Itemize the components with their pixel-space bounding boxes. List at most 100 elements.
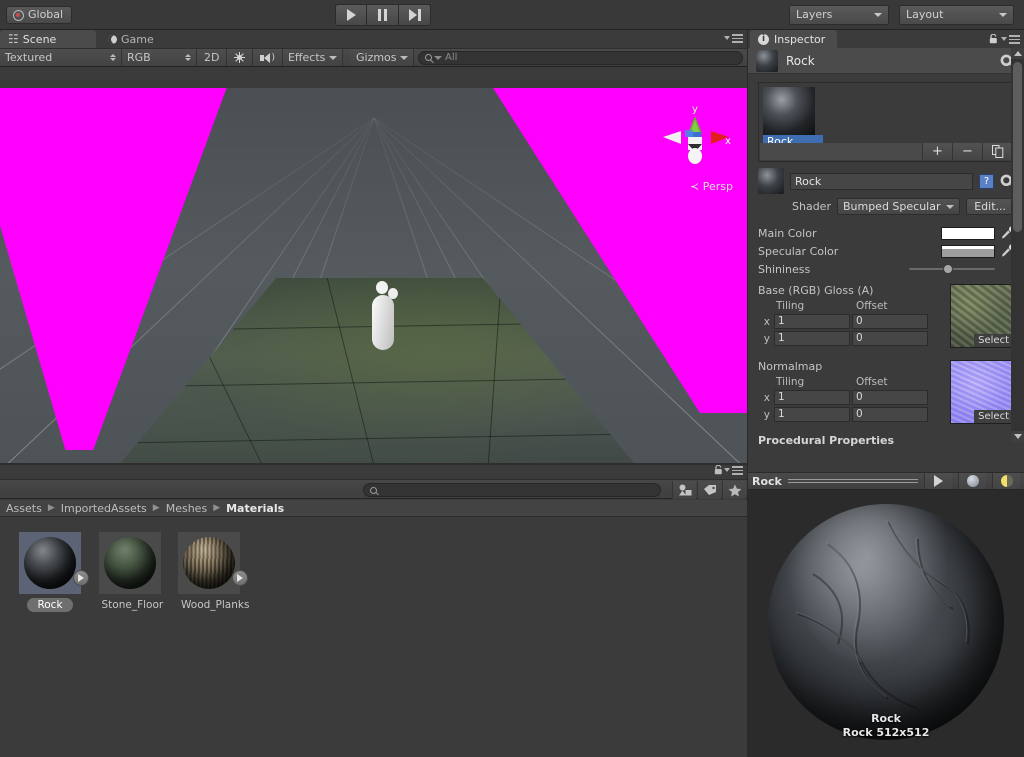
gizmos-dropdown[interactable]: Gizmos bbox=[350, 49, 414, 66]
inspector-scrollbar[interactable] bbox=[1011, 48, 1024, 442]
tab-game[interactable]: Game bbox=[100, 30, 166, 48]
expand-asset-button[interactable] bbox=[73, 570, 89, 586]
render-mode-dropdown[interactable]: RGB bbox=[122, 49, 197, 66]
offset-header: Offset bbox=[856, 376, 888, 388]
wood-planks-material-sphere bbox=[183, 537, 235, 589]
specular-color-swatch[interactable] bbox=[941, 244, 995, 258]
inspector-panel-menu[interactable] bbox=[1001, 35, 1020, 44]
tab-scene[interactable]: ☷ Scene bbox=[0, 30, 96, 48]
scene-viewport[interactable]: y x ≺ Persp bbox=[0, 88, 747, 490]
scroll-down-arrow[interactable] bbox=[1011, 431, 1024, 442]
tab-scene-label: Scene bbox=[22, 32, 57, 46]
lock-icon[interactable] bbox=[989, 33, 998, 44]
offset-x-field[interactable]: 0 bbox=[852, 390, 928, 405]
preview-mesh-button[interactable] bbox=[958, 473, 986, 489]
scrollbar-thumb[interactable] bbox=[1013, 62, 1022, 232]
speaker-icon: ) bbox=[260, 52, 275, 63]
select-normalmap-button[interactable]: Select bbox=[974, 410, 1013, 423]
projection-mode: Persp bbox=[702, 180, 733, 193]
axis-label: y bbox=[763, 408, 770, 421]
scene-view-gizmo[interactable]: y x bbox=[659, 100, 731, 170]
scene-panel: ☷ Scene Game Textured RGB 2D) Effects G… bbox=[0, 30, 747, 490]
select-base-texture-button[interactable]: Select bbox=[974, 334, 1013, 347]
toggle-2d-button[interactable]: 2D bbox=[197, 49, 228, 66]
remove-material-button[interactable]: − bbox=[952, 143, 982, 160]
chevron-down-icon bbox=[874, 13, 882, 17]
favorite-filter-icon[interactable] bbox=[722, 481, 746, 499]
project-search-input[interactable] bbox=[363, 483, 661, 497]
property-shininess: Shininess bbox=[758, 260, 1014, 278]
rock-material-sphere bbox=[24, 537, 76, 589]
edit-shader-button[interactable]: Edit... bbox=[966, 198, 1014, 215]
scene-search-input[interactable]: All bbox=[417, 50, 743, 65]
property-label: Main Color bbox=[758, 226, 817, 240]
object-filter-icon[interactable] bbox=[672, 481, 696, 499]
offset-y-field[interactable]: 0 bbox=[852, 407, 928, 422]
tiling-offset-grid: Tiling Offset x 1 0 y 1 0 bbox=[758, 376, 948, 422]
search-icon bbox=[370, 486, 377, 494]
breadcrumb-item-materials[interactable]: Materials bbox=[226, 502, 284, 515]
chevron-down-icon bbox=[946, 204, 955, 209]
toggle-lighting-button[interactable] bbox=[227, 49, 254, 66]
main-color-swatch[interactable] bbox=[941, 226, 995, 240]
procedural-properties-header: Procedural Properties bbox=[758, 434, 895, 447]
projection-label[interactable]: ≺ Persp bbox=[690, 180, 733, 193]
preview-label-detail: Rock 512x512 bbox=[842, 726, 930, 739]
asset-item-rock[interactable]: Rock bbox=[12, 532, 89, 612]
tiling-y-field[interactable]: 1 bbox=[774, 407, 850, 422]
normalmap-texture-preview[interactable]: Select bbox=[950, 360, 1014, 424]
shader-dropdown[interactable]: Bumped Specular bbox=[836, 198, 961, 215]
rock-texture-overlay bbox=[768, 504, 1004, 740]
capsule-object[interactable] bbox=[372, 295, 394, 350]
slider-handle[interactable] bbox=[943, 264, 954, 274]
duplicate-material-button[interactable] bbox=[982, 143, 1012, 160]
label-filter-icon[interactable] bbox=[697, 481, 721, 499]
effects-dropdown[interactable]: Effects bbox=[282, 49, 343, 66]
inspector-tab-strip: i Inspector bbox=[748, 30, 1024, 48]
shader-label: Shader bbox=[792, 200, 831, 213]
pause-button[interactable] bbox=[367, 4, 399, 26]
material-list-buttons: + − bbox=[760, 143, 1012, 160]
preview-lighting-button[interactable] bbox=[992, 473, 1020, 489]
shininess-slider[interactable] bbox=[909, 263, 995, 276]
texture-block-base: Base (RGB) Gloss (A) Tiling Offset x 1 0… bbox=[748, 284, 1024, 348]
tiling-x-field[interactable]: 1 bbox=[774, 390, 850, 405]
add-material-button[interactable]: + bbox=[922, 143, 952, 160]
offset-y-field[interactable]: 0 bbox=[852, 331, 928, 346]
draw-mode-dropdown[interactable]: Textured bbox=[0, 49, 122, 66]
scene-panel-menu[interactable] bbox=[724, 34, 743, 43]
tiling-y-field[interactable]: 1 bbox=[774, 331, 850, 346]
scene-view-toolbar: Textured RGB 2D ) Effects Gizmos All bbox=[0, 48, 747, 67]
chevron-right-icon: ▶ bbox=[47, 503, 55, 513]
pivot-global-toggle[interactable]: Global bbox=[6, 6, 73, 24]
material-preview-area[interactable]: Rock Rock 512x512 bbox=[748, 490, 1024, 757]
property-specular-color: Specular Color bbox=[758, 242, 1014, 260]
layout-label: Layout bbox=[906, 8, 944, 21]
material-preview-sphere[interactable] bbox=[768, 504, 1004, 740]
material-list-box[interactable]: Rock + − bbox=[758, 82, 1014, 162]
toggle-audio-button[interactable]: ) bbox=[253, 49, 283, 66]
expand-asset-button[interactable] bbox=[232, 570, 248, 586]
project-panel-menu[interactable] bbox=[724, 466, 743, 475]
asset-label: Stone_Floor bbox=[101, 599, 164, 611]
play-button[interactable] bbox=[335, 4, 367, 26]
step-button[interactable] bbox=[399, 4, 431, 26]
base-texture-preview[interactable]: Select bbox=[950, 284, 1014, 348]
asset-item-stone-floor[interactable]: Stone_Floor bbox=[92, 532, 168, 612]
material-preview-icon bbox=[758, 168, 784, 194]
preview-play-button[interactable] bbox=[924, 473, 952, 489]
material-name-field[interactable]: Rock bbox=[790, 172, 973, 190]
breadcrumb-item-importedassets[interactable]: ImportedAssets bbox=[61, 502, 147, 515]
help-book-icon[interactable]: ? bbox=[979, 173, 994, 189]
drag-handle[interactable] bbox=[787, 478, 918, 484]
breadcrumb-item-assets[interactable]: Assets bbox=[6, 502, 42, 515]
scroll-up-arrow[interactable] bbox=[1011, 48, 1024, 59]
tiling-x-field[interactable]: 1 bbox=[774, 314, 850, 329]
asset-item-wood-planks[interactable]: Wood_Planks bbox=[171, 532, 249, 612]
tab-inspector[interactable]: i Inspector bbox=[750, 30, 838, 48]
lock-icon[interactable] bbox=[714, 464, 723, 475]
layout-dropdown[interactable]: Layout bbox=[899, 5, 1014, 25]
breadcrumb-item-meshes[interactable]: Meshes bbox=[166, 502, 207, 515]
layers-dropdown[interactable]: Layers bbox=[789, 5, 889, 25]
offset-x-field[interactable]: 0 bbox=[852, 314, 928, 329]
